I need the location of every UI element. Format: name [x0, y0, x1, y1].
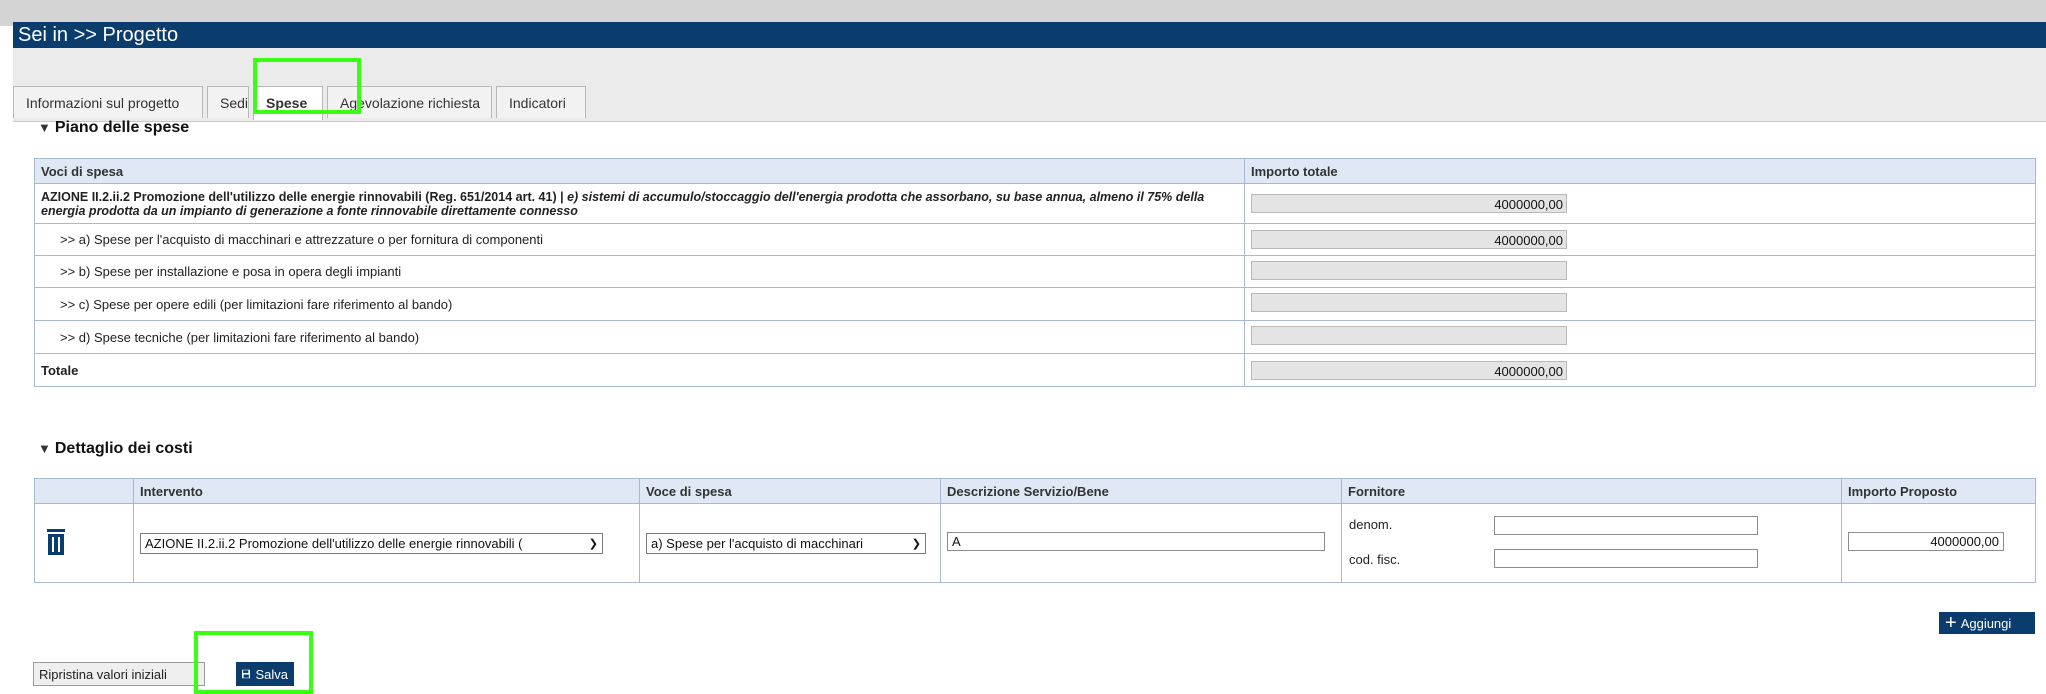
row-c-value	[1251, 293, 1567, 312]
intervento-select-value: AZIONE II.2.ii.2 Promozione dell'utilizz…	[145, 535, 523, 551]
fornitore-cell: denom. cod. fisc.	[1341, 503, 1842, 583]
denom-input[interactable]	[1494, 516, 1758, 535]
azione-total-field: 4000000,00	[1251, 194, 1567, 213]
voce-select[interactable]: a) Spese per l'acquisto di macchinari ❯	[646, 532, 926, 554]
highlight-tab-spese	[253, 58, 361, 114]
plus-icon: +	[1945, 612, 1957, 634]
intervento-select[interactable]: AZIONE II.2.ii.2 Promozione dell'utilizz…	[140, 532, 603, 554]
row-b-value	[1251, 260, 1567, 280]
table-row: >> b) Spese per installazione e posa in …	[34, 255, 2036, 288]
row-label: >> a) Spese per l'acquisto di macchinari…	[34, 223, 1245, 256]
actions-cell	[34, 503, 134, 583]
importo-proposto-cell: 4000000,00	[1841, 503, 2036, 583]
descrizione-cell: A	[940, 503, 1342, 583]
col-intervento: Intervento	[133, 478, 640, 504]
chevron-down-icon: ❯	[911, 537, 921, 550]
tab-sedi[interactable]: Sedi	[207, 86, 249, 118]
row-label: >> d) Spese tecniche (per limitazioni fa…	[34, 320, 1245, 354]
col-descrizione: Descrizione Servizio/Bene	[940, 478, 1342, 504]
row-label: >> c) Spese per opere edili (per limitaz…	[34, 287, 1245, 321]
col-fornitore: Fornitore	[1341, 478, 1842, 504]
col-voce: Voce di spesa	[639, 478, 941, 504]
total-value: 4000000,00	[1251, 360, 1567, 380]
voce-cell: a) Spese per l'acquisto di macchinari ❯	[639, 503, 941, 583]
table-header-row: Intervento Voce di spesa Descrizione Ser…	[34, 478, 2036, 504]
dettaglio-table: Intervento Voce di spesa Descrizione Ser…	[34, 478, 2036, 583]
col-actions	[34, 478, 134, 504]
row-label: >> b) Spese per installazione e posa in …	[34, 255, 1245, 288]
highlight-save	[194, 631, 313, 694]
table-row: Totale 4000000,00	[34, 353, 2036, 387]
importo-proposto-input[interactable]: 4000000,00	[1848, 532, 2004, 551]
table-row: AZIONE II.2.ii.2 Promozione dell'utilizz…	[34, 183, 2036, 224]
add-button[interactable]: + Aggiungi	[1939, 612, 2035, 634]
section-dettaglio-title: ▼ Dettaglio dei costi	[38, 440, 193, 458]
col-importo-proposto: Importo Proposto	[1841, 478, 2036, 504]
table-header-row: Voci di spesa Importo totale	[34, 158, 2036, 184]
tab-indicatori[interactable]: Indicatori	[496, 86, 586, 118]
importo-cell: 4000000,00	[1244, 183, 2036, 224]
codfisc-label: cod. fisc.	[1349, 552, 1401, 567]
trash-icon[interactable]	[47, 528, 65, 555]
col-voci: Voci di spesa	[34, 158, 1245, 184]
table-row: >> d) Spese tecniche (per limitazioni fa…	[34, 320, 2036, 354]
reset-button[interactable]: Ripristina valori iniziali	[33, 662, 205, 686]
collapse-triangle-icon[interactable]: ▼	[38, 120, 51, 135]
chevron-down-icon: ❯	[588, 537, 598, 550]
collapse-triangle-icon[interactable]: ▼	[38, 441, 51, 456]
table-row: AZIONE II.2.ii.2 Promozione dell'utilizz…	[34, 503, 2036, 583]
descrizione-input[interactable]: A	[947, 532, 1325, 551]
total-label: Totale	[34, 353, 1245, 387]
intervento-cell: AZIONE II.2.ii.2 Promozione dell'utilizz…	[133, 503, 640, 583]
row-a-value: 4000000,00	[1251, 230, 1567, 249]
table-row: >> a) Spese per l'acquisto di macchinari…	[34, 223, 2036, 256]
add-button-label: Aggiungi	[1960, 615, 2012, 631]
denom-label: denom.	[1349, 517, 1393, 532]
azione-cell: AZIONE II.2.ii.2 Promozione dell'utilizz…	[34, 183, 1245, 224]
page: Sei in >> Progetto Informazioni sul prog…	[13, 22, 2046, 694]
piano-table: Voci di spesa Importo totale AZIONE II.2…	[34, 158, 2036, 387]
table-row: >> c) Spese per opere edili (per limitaz…	[34, 287, 2036, 321]
row-d-value	[1251, 326, 1567, 345]
page-title: Sei in >> Progetto	[13, 22, 2046, 48]
voce-select-value: a) Spese per l'acquisto di macchinari	[651, 535, 864, 551]
section-dettaglio-label: Dettaglio dei costi	[54, 440, 193, 457]
tab-informazioni[interactable]: Informazioni sul progetto	[13, 86, 203, 118]
col-importo: Importo totale	[1244, 158, 2036, 184]
section-piano-label: Piano delle spese	[54, 119, 190, 136]
codfisc-input[interactable]	[1494, 549, 1758, 568]
section-piano-title: ▼ Piano delle spese	[38, 119, 189, 137]
azione-bold: AZIONE II.2.ii.2 Promozione dell'utilizz…	[41, 189, 568, 204]
